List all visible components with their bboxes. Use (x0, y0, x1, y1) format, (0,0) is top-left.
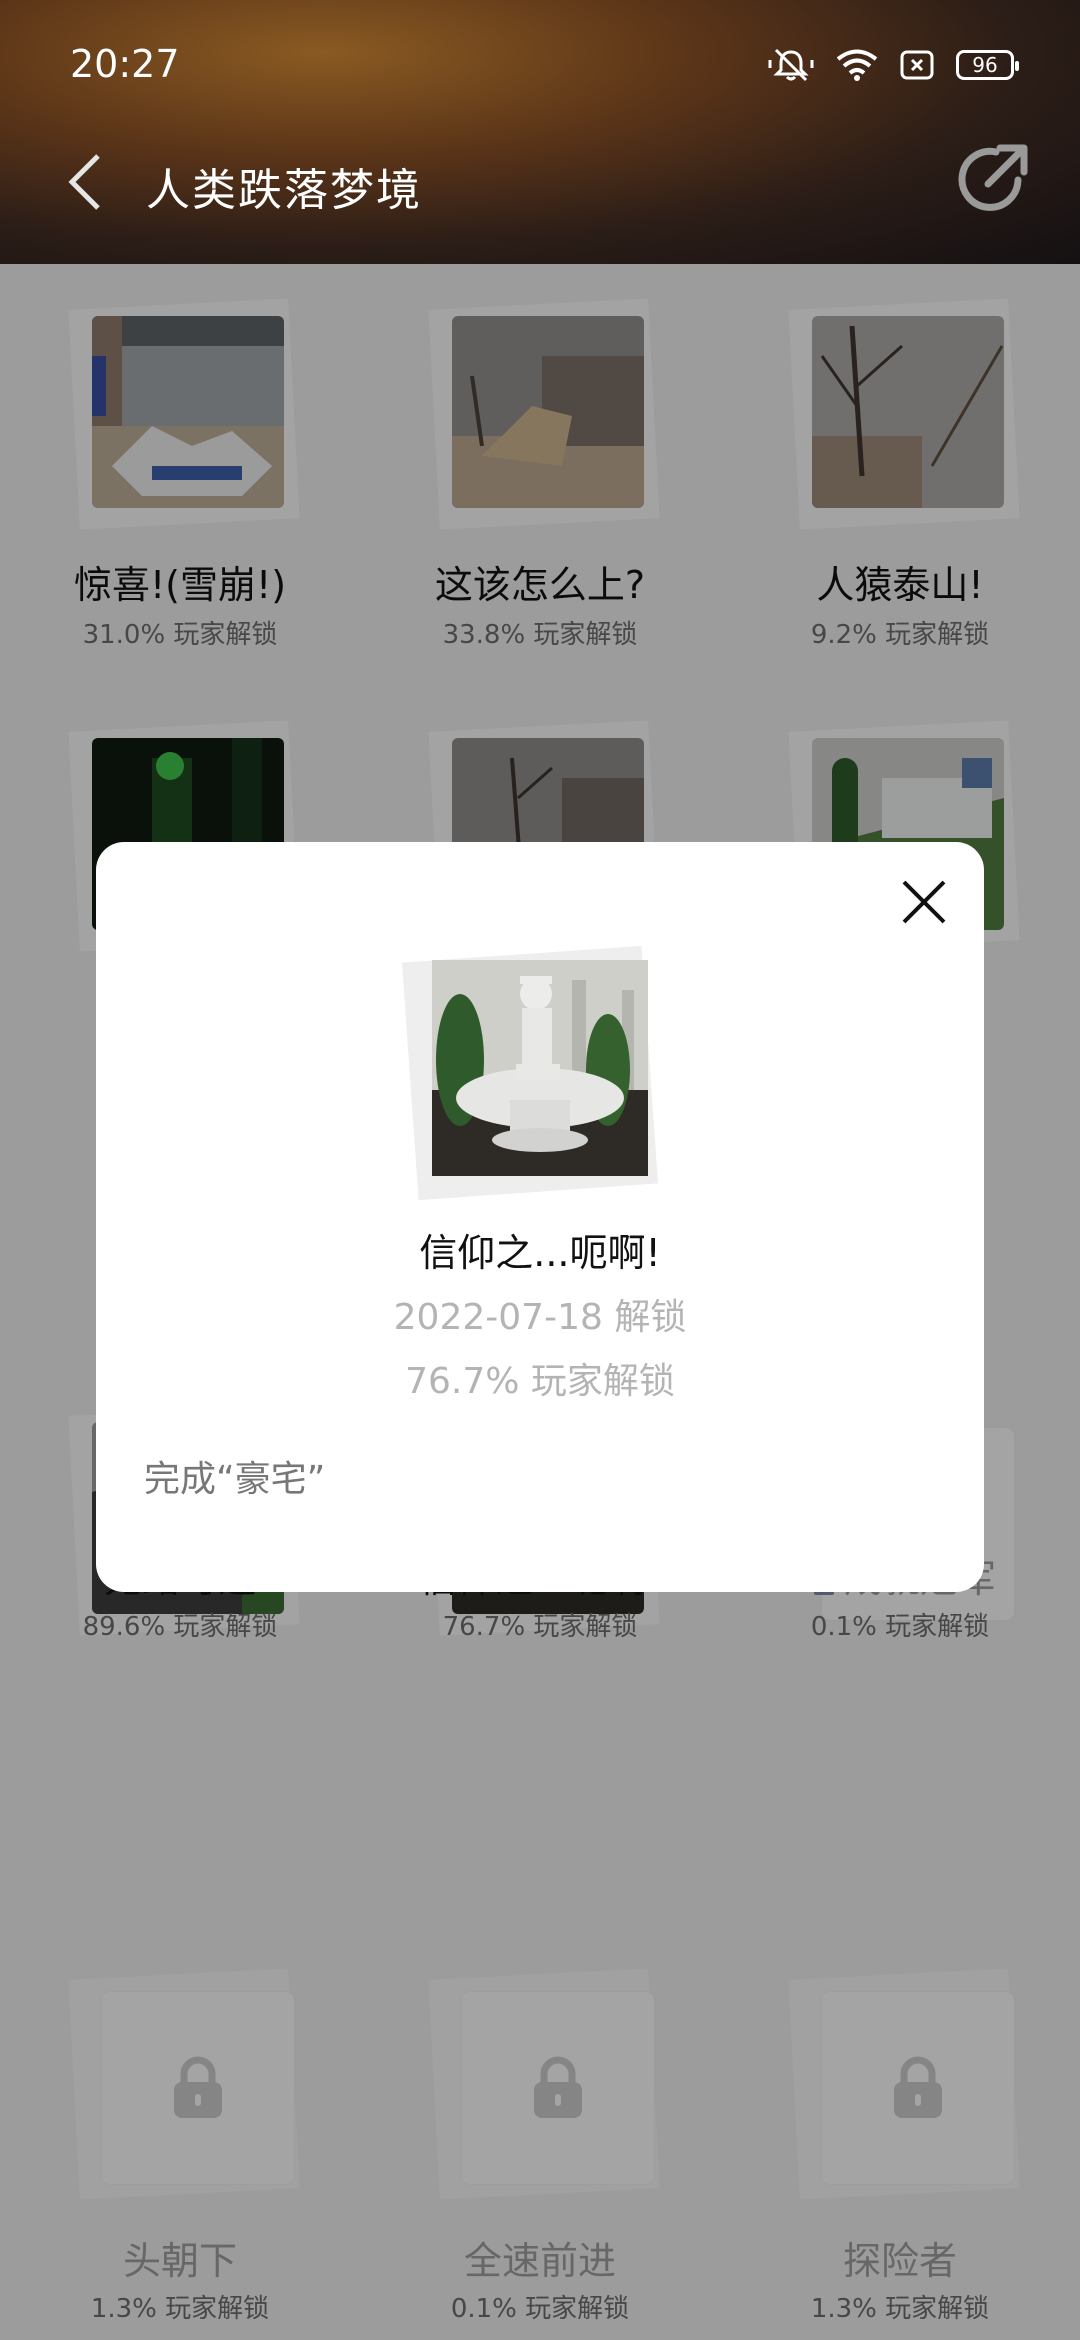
no-sim-icon (900, 50, 934, 80)
dialog-achievement-name: 信仰之...呃啊! (419, 1231, 661, 1275)
dialog-achievement-description: 完成“豪宅” (144, 1459, 326, 1500)
silent-bell-icon (768, 48, 814, 82)
page-title: 人类跌落梦境 (146, 165, 422, 216)
status-icons: 96 (768, 48, 1019, 82)
dialog-unlock-rate: 76.7% 玩家解锁 (405, 1361, 675, 1402)
dialog-achievement-image (432, 960, 648, 1176)
app-header: 20:27 96 人类跌落梦境 (0, 0, 1080, 264)
dialog-unlock-date: 2022-07-18 解锁 (393, 1297, 687, 1338)
back-arrow-icon[interactable] (62, 150, 112, 214)
battery-icon: 96 (956, 50, 1019, 80)
close-icon[interactable] (900, 878, 948, 926)
achievement-detail-dialog: 信仰之...呃啊! 2022-07-18 解锁 76.7% 玩家解锁 完成“豪宅… (96, 842, 984, 1592)
share-icon[interactable] (952, 140, 1032, 220)
battery-level: 96 (972, 53, 998, 77)
status-time: 20:27 (70, 42, 180, 86)
wifi-icon (836, 49, 878, 81)
